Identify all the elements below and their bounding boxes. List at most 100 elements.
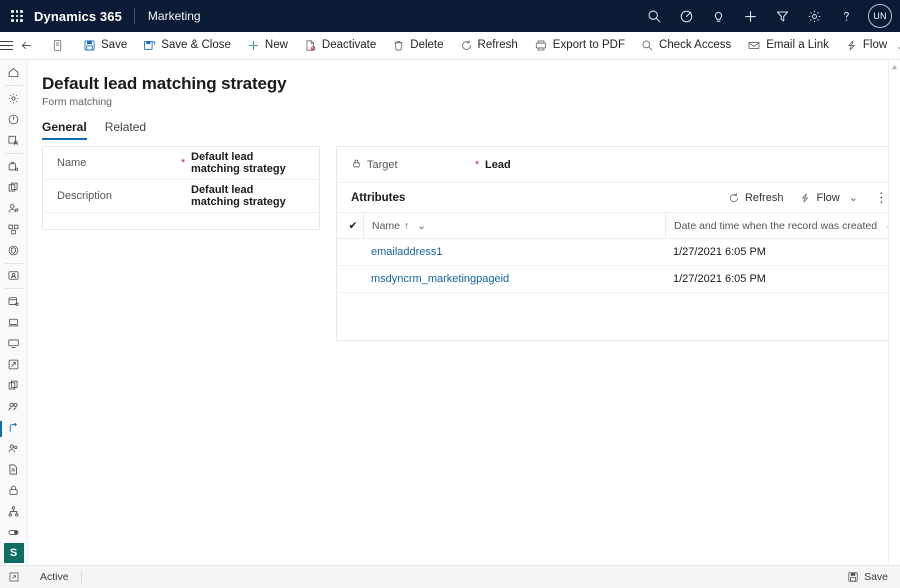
rail-divider-2 — [4, 152, 23, 154]
save-and-close-label: Save & Close — [161, 38, 231, 51]
new-button[interactable]: New — [239, 32, 296, 60]
user-avatar[interactable]: UN — [868, 4, 892, 28]
app-launcher-icon[interactable] — [0, 10, 34, 22]
focus-assist-icon[interactable] — [670, 0, 702, 32]
rail-item-home[interactable] — [0, 62, 28, 83]
target-field-row[interactable]: Target * Lead — [337, 147, 900, 183]
new-label: New — [264, 38, 288, 51]
right-column: Target * Lead Attributes Refresh Flow ⌄ … — [336, 146, 900, 565]
refresh-button[interactable]: Refresh — [452, 32, 526, 60]
form-columns: Name * Default lead matching strategy De… — [28, 140, 900, 565]
rail-item-contacts[interactable] — [0, 198, 28, 219]
rail-item-segments[interactable] — [0, 219, 28, 240]
rail-item-customers[interactable] — [0, 396, 28, 417]
name-label: Name — [57, 157, 87, 169]
filter-icon[interactable] — [766, 0, 798, 32]
rail-item-accounts[interactable] — [0, 156, 28, 177]
save-button[interactable]: Save — [75, 32, 135, 60]
column-header-created-on-label: Date and time when the record was create… — [674, 219, 878, 232]
rail-item-security[interactable] — [0, 240, 28, 261]
rail-item-pages[interactable] — [0, 375, 28, 396]
lightbulb-icon[interactable] — [702, 0, 734, 32]
sort-ascending-icon: ↑ — [404, 219, 410, 232]
rail-item-journeys[interactable] — [0, 417, 28, 438]
status-save-button[interactable]: Save — [835, 571, 900, 583]
select-all-checkbox[interactable]: ✔ — [343, 220, 363, 232]
search-icon[interactable] — [638, 0, 670, 32]
target-label-group: Target — [351, 158, 469, 172]
rail-item-toggle[interactable] — [0, 522, 28, 543]
check-access-button[interactable]: Check Access — [633, 32, 739, 60]
target-value[interactable]: Lead — [485, 159, 511, 171]
column-header-created-on[interactable]: Date and time when the record was create… — [665, 212, 900, 239]
export-to-pdf-button[interactable]: Export to PDF — [526, 32, 633, 60]
flow-label: Flow — [862, 38, 888, 51]
deactivate-button[interactable]: Deactivate — [296, 32, 384, 60]
chevron-down-icon[interactable]: ⌄ — [417, 220, 426, 232]
table-row[interactable]: emailaddress1 1/27/2021 6:05 PM — [337, 239, 900, 266]
rail-item-pinned[interactable] — [0, 130, 28, 151]
rail-item-reports[interactable] — [0, 459, 28, 480]
grid-header-row: ✔ Name ↑ ⌄ Date and time when the record… — [337, 212, 900, 239]
rail-item-form-settings[interactable] — [0, 291, 28, 312]
attributes-title: Attributes — [351, 191, 406, 204]
refresh-label: Refresh — [477, 38, 518, 51]
rail-item-locked[interactable] — [0, 480, 28, 501]
check-access-label: Check Access — [659, 38, 732, 51]
rail-item-monitor[interactable] — [0, 333, 28, 354]
flow-button[interactable]: Flow ⌄ — [837, 32, 900, 60]
subgrid-refresh-button[interactable]: Refresh — [720, 186, 792, 210]
row-name-link[interactable]: emailaddress1 — [363, 246, 665, 258]
deactivate-label: Deactivate — [321, 38, 377, 51]
rail-bottom-area: S — [3, 543, 24, 564]
environment-badge[interactable]: S — [3, 543, 24, 564]
rail-divider-1 — [4, 84, 23, 86]
rail-item-settings[interactable] — [0, 88, 28, 109]
name-field-row[interactable]: Name * Default lead matching strategy — [43, 147, 319, 180]
email-a-link-button[interactable]: Email a Link — [739, 32, 837, 60]
back-button[interactable] — [13, 32, 40, 60]
tab-general[interactable]: General — [42, 120, 87, 140]
delete-button[interactable]: Delete — [384, 32, 451, 60]
subgrid-actions: Refresh Flow ⌄ ⋮ — [720, 186, 897, 210]
brand-title[interactable]: Dynamics 365 — [34, 9, 134, 24]
tab-related[interactable]: Related — [105, 120, 146, 140]
rail-item-recent[interactable] — [0, 109, 28, 130]
rail-item-leads[interactable] — [0, 438, 28, 459]
target-required-indicator: * — [474, 158, 480, 171]
attributes-grid: ✔ Name ↑ ⌄ Date and time when the record… — [337, 212, 900, 340]
description-field-row[interactable]: Description Default lead matching strate… — [43, 180, 319, 213]
column-header-name[interactable]: Name ↑ ⌄ — [363, 212, 665, 239]
chevron-down-icon[interactable]: ⌄ — [849, 191, 858, 204]
lock-icon — [351, 158, 362, 172]
rail-item-edit[interactable] — [0, 354, 28, 375]
app-name[interactable]: Marketing — [135, 9, 201, 23]
gear-icon[interactable] — [798, 0, 830, 32]
form-content: Default lead matching strategy Form matc… — [28, 60, 900, 565]
save-and-close-button[interactable]: Save & Close — [135, 32, 239, 60]
scrollbar-thumb[interactable] — [891, 64, 898, 71]
name-value[interactable]: Default lead matching strategy — [191, 151, 305, 175]
top-bar-actions: UN — [638, 0, 900, 32]
subgrid-flow-button[interactable]: Flow ⌄ — [791, 186, 865, 210]
expand-icon[interactable] — [0, 571, 28, 583]
rail-item-hierarchy[interactable] — [0, 501, 28, 522]
form-selector-icon[interactable] — [44, 32, 71, 60]
help-icon[interactable] — [830, 0, 862, 32]
rail-item-copy[interactable] — [0, 177, 28, 198]
rail-item-laptop[interactable] — [0, 312, 28, 333]
general-fields-card: Name * Default lead matching strategy De… — [42, 146, 320, 230]
column-header-name-label: Name — [372, 219, 401, 232]
chevron-down-icon[interactable]: ⌄ — [896, 39, 900, 53]
subgrid-flow-label: Flow — [816, 191, 840, 204]
target-label: Target — [367, 158, 398, 171]
description-label: Description — [57, 190, 113, 202]
row-name-link[interactable]: msdyncrm_marketingpageid — [363, 273, 665, 285]
left-navigation-rail: S — [0, 60, 28, 565]
rail-item-id-card[interactable] — [0, 265, 28, 286]
description-value[interactable]: Default lead matching strategy — [191, 184, 305, 208]
table-row[interactable]: msdyncrm_marketingpageid 1/27/2021 6:05 … — [337, 266, 900, 293]
plus-icon[interactable] — [734, 0, 766, 32]
site-map-toggle-icon[interactable] — [0, 32, 13, 60]
vertical-scrollbar[interactable] — [888, 60, 900, 565]
